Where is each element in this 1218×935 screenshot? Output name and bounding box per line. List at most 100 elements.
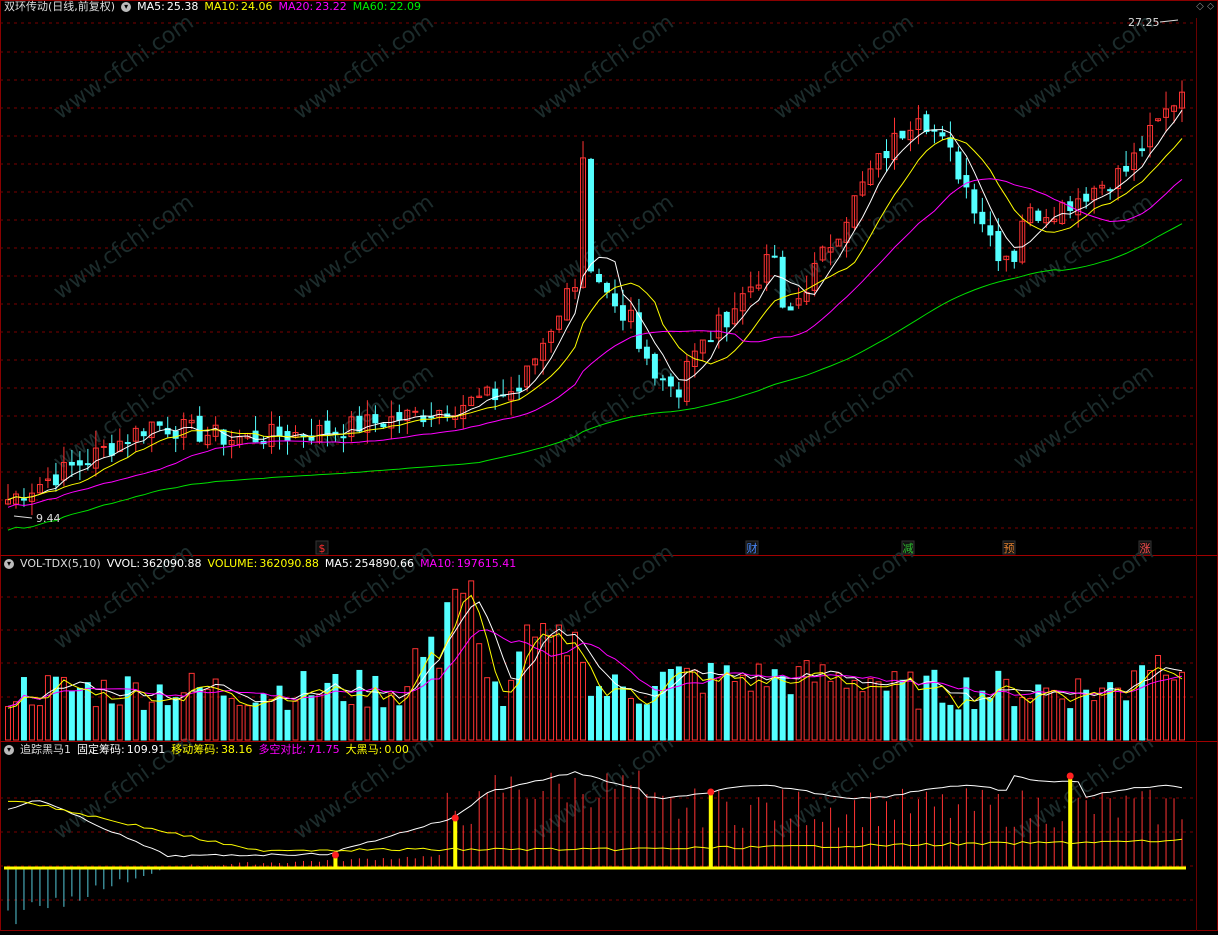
- volume-bar: [76, 687, 83, 741]
- volume-value: 362090.88: [259, 557, 319, 570]
- volume-bar: [228, 697, 235, 741]
- volume-bar: [803, 660, 810, 741]
- volume-bar: [627, 697, 634, 741]
- ma20-line: [7, 178, 1183, 508]
- candle-body: [651, 353, 658, 379]
- volume-bar: [244, 705, 251, 741]
- volume-indicator-name[interactable]: VOL-TDX(5,10): [20, 556, 101, 572]
- candle-body: [76, 460, 83, 466]
- candle-body: [196, 415, 203, 442]
- volume-bar: [476, 643, 483, 741]
- volume-bar: [596, 686, 602, 741]
- volume-bar: [580, 661, 586, 741]
- candle-body: [428, 416, 435, 419]
- volume-bar: [827, 680, 834, 741]
- volume-bar: [1059, 698, 1066, 741]
- volume-bar: [947, 704, 954, 741]
- volume-bar: [811, 681, 818, 741]
- volume-bar: [747, 690, 754, 741]
- volume-bar: [931, 669, 938, 741]
- volume-bar: [787, 694, 794, 741]
- volume-panel-header: ▾ VOL-TDX(5,10) VVOL: 362090.88 VOLUME: …: [4, 556, 516, 572]
- watermark-text: www.cfchi.com: [289, 10, 438, 125]
- candle-body: [100, 445, 107, 448]
- volume-bar: [452, 588, 459, 741]
- diamond-icon[interactable]: ◇ ⬦: [1196, 1, 1214, 12]
- volume-bar: [380, 707, 387, 741]
- chevron-down-icon[interactable]: ▾: [4, 745, 14, 755]
- volume-bar: [971, 709, 978, 741]
- candle-body: [987, 225, 994, 236]
- volume-bar: [276, 685, 283, 741]
- candle-body: [412, 410, 419, 413]
- chevron-down-icon[interactable]: ▾: [121, 2, 132, 12]
- event-marker-1: 财: [747, 541, 758, 555]
- volume-bar: [835, 672, 842, 741]
- low-marker-line: [13, 515, 33, 519]
- candle-body: [955, 151, 962, 180]
- candle-body: [707, 340, 714, 343]
- candle-body: [1107, 189, 1114, 192]
- volume-bar: [420, 656, 427, 741]
- volume-bar: [5, 706, 11, 741]
- volume-bar: [699, 692, 706, 741]
- volume-bar: [1003, 678, 1010, 741]
- candle-body: [995, 231, 1002, 262]
- ma10-value: 24.06: [241, 0, 273, 13]
- candle-body: [84, 463, 91, 466]
- volume-bar: [851, 679, 858, 741]
- volume-bar: [875, 681, 882, 741]
- volume-bar: [220, 695, 227, 741]
- volume-bar: [124, 676, 131, 741]
- volume-bar: [516, 651, 523, 741]
- volume-bar: [348, 704, 355, 741]
- ma5-label: MA5:: [137, 0, 165, 13]
- candle-body: [619, 305, 626, 321]
- watermark-text: www.cfchi.com: [1009, 360, 1158, 475]
- volume-bar: [13, 701, 19, 741]
- candle-body: [324, 420, 331, 435]
- candle-body: [284, 431, 291, 441]
- volume-bar: [284, 709, 291, 741]
- volume-bar: [268, 698, 275, 741]
- candle-body: [332, 431, 339, 434]
- volume-bar: [1075, 678, 1082, 741]
- watermark-text: www.cfchi.com: [769, 190, 918, 305]
- volume-bar: [364, 706, 371, 741]
- volume-bar: [907, 671, 914, 741]
- volume-bar: [1123, 700, 1130, 741]
- volume-bar: [20, 677, 27, 741]
- volume-bar: [1043, 687, 1050, 741]
- volume-bar: [771, 669, 778, 741]
- stock-chart-svg[interactable]: www.cfchi.com www.cfchi.com www.cfchi.com w…: [0, 0, 1218, 931]
- candle-body: [979, 211, 986, 225]
- candle-body: [516, 387, 523, 392]
- fixed-chips-value: 109.91: [126, 743, 166, 756]
- candle-body: [667, 376, 674, 387]
- volume-bar: [1179, 671, 1185, 741]
- volume-bar: [843, 687, 850, 741]
- indicator-name[interactable]: 追踪黑马1: [20, 742, 71, 758]
- volume-bar: [412, 648, 419, 741]
- volume-bar: [604, 696, 610, 741]
- watermark-text: www.cfchi.com: [289, 190, 438, 305]
- ma20-label: MA20:: [278, 0, 314, 13]
- vvol-label: VVOL:: [106, 557, 141, 570]
- candle-body: [68, 461, 75, 466]
- volume-bar: [396, 705, 403, 741]
- dark-horse-dot: [1066, 772, 1074, 780]
- fixed-chips-label: 固定筹码:: [77, 743, 125, 756]
- event-marker-0: $: [319, 542, 326, 555]
- volume-bar: [108, 703, 115, 741]
- candle-body: [1123, 165, 1130, 172]
- event-marker-4: 涨: [1140, 542, 1151, 555]
- stock-name[interactable]: 双环传动: [4, 0, 48, 15]
- volume-bar: [1019, 696, 1026, 741]
- vol-ma5-value: 254890.66: [354, 557, 415, 570]
- volume-bar: [44, 675, 51, 741]
- candle-body: [596, 274, 602, 283]
- volume-bar: [867, 678, 874, 741]
- volume-bar: [564, 655, 571, 741]
- ma60-value: 22.09: [389, 0, 421, 13]
- chevron-down-icon[interactable]: ▾: [4, 559, 14, 569]
